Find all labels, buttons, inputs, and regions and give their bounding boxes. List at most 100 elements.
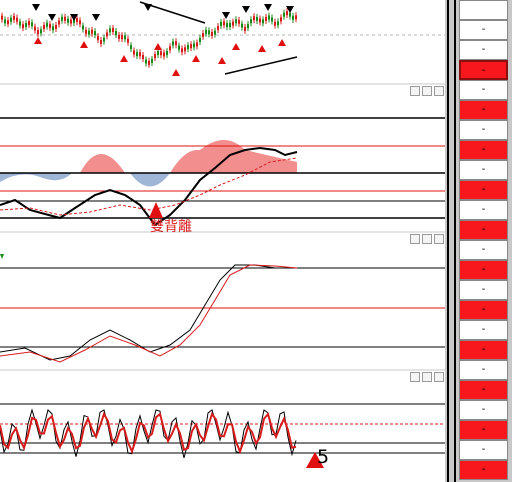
candle — [103, 37, 105, 42]
candle — [271, 17, 273, 22]
sidebar-cell[interactable]: - — [459, 220, 508, 240]
candle — [217, 26, 219, 31]
panel-1-maximize-button[interactable] — [422, 86, 432, 96]
sidebar-cell[interactable]: - — [459, 60, 508, 80]
indicator-panel-1 — [0, 117, 445, 227]
candle — [205, 29, 207, 34]
candle — [10, 17, 12, 22]
candle — [172, 41, 174, 46]
sidebar-cell[interactable]: - — [459, 420, 508, 440]
divergence-label: 雙背離 — [150, 219, 192, 235]
indicator-2-main-line — [0, 264, 297, 361]
candle — [148, 60, 150, 65]
sidebar-cell[interactable]: - — [459, 400, 508, 420]
sell-arrow-icon — [222, 12, 230, 19]
candle — [115, 30, 117, 35]
candle — [214, 30, 216, 35]
indicator-panel-2 — [0, 254, 445, 363]
candle — [247, 24, 249, 29]
candle — [193, 43, 195, 48]
sidebar-cell[interactable]: - — [459, 360, 508, 380]
panel-2-maximize-button[interactable] — [422, 234, 432, 244]
buy-arrow-icon — [192, 55, 200, 62]
candle — [94, 31, 96, 36]
indicator-3-signal-line — [0, 411, 297, 455]
sidebar-cell[interactable]: - — [459, 40, 508, 60]
candle — [55, 24, 57, 29]
panel-2-minimize-button[interactable] — [410, 234, 420, 244]
candle — [259, 18, 261, 23]
candle — [7, 20, 9, 25]
sidebar-cell[interactable]: - — [459, 100, 508, 120]
candle — [157, 50, 159, 55]
candle — [166, 51, 168, 56]
sidebar-cell[interactable]: - — [459, 20, 508, 40]
panel-1-close-button[interactable] — [434, 86, 444, 96]
candle — [181, 48, 183, 53]
candle — [277, 21, 279, 26]
panel-3-minimize-button[interactable] — [410, 372, 420, 382]
sidebar-cell[interactable]: - — [459, 180, 508, 200]
candle — [265, 17, 267, 22]
candle — [91, 29, 93, 34]
candle — [178, 45, 180, 50]
sidebar-cell[interactable]: - — [459, 160, 508, 180]
panel-1-minimize-button[interactable] — [410, 86, 420, 96]
positive-histogram-area — [80, 140, 297, 173]
candle — [124, 35, 126, 40]
candle — [85, 29, 87, 34]
signal-markers — [32, 4, 294, 76]
sell-arrow-icon — [144, 4, 152, 11]
candle — [1, 15, 3, 20]
sidebar-cell[interactable]: - — [459, 380, 508, 400]
sidebar-cell[interactable]: - — [459, 260, 508, 280]
sidebar-cell[interactable]: - — [459, 320, 508, 340]
panel-2-close-button[interactable] — [434, 234, 444, 244]
candle — [262, 19, 264, 24]
candle — [274, 21, 276, 26]
sidebar-cell[interactable]: - — [459, 460, 508, 480]
panel-3-maximize-button[interactable] — [422, 372, 432, 382]
candle — [76, 18, 78, 23]
sidebar-cell[interactable]: - — [459, 80, 508, 100]
buy-arrow-icon — [232, 43, 240, 50]
buy-arrow-icon — [258, 45, 266, 52]
buy-arrow-icon — [154, 43, 162, 50]
candle — [34, 26, 36, 31]
candle — [289, 12, 291, 17]
price-panel — [0, 1, 445, 76]
candle — [70, 19, 72, 24]
candle — [28, 21, 30, 26]
candle — [49, 24, 51, 29]
sidebar-cell[interactable]: - — [459, 120, 508, 140]
candle — [238, 19, 240, 24]
sidebar-cell[interactable]: - — [459, 200, 508, 220]
candle — [184, 47, 186, 52]
sidebar-cell[interactable] — [459, 0, 508, 20]
sidebar-rail-right — [454, 0, 456, 482]
candle — [43, 24, 45, 29]
sidebar-cell[interactable]: - — [459, 280, 508, 300]
candle — [4, 19, 6, 24]
panel-3-close-button[interactable] — [434, 372, 444, 382]
candle — [19, 21, 21, 26]
candle — [112, 27, 114, 32]
sell-arrow-icon — [242, 6, 250, 13]
candle — [40, 29, 42, 34]
candle — [37, 30, 39, 35]
candle — [127, 38, 129, 43]
sidebar-cell[interactable]: - — [459, 440, 508, 460]
sidebar-cell[interactable]: - — [459, 300, 508, 320]
sell-arrow-icon — [264, 4, 272, 11]
candle — [79, 20, 81, 25]
buy-arrow-icon — [80, 41, 88, 48]
candle — [169, 46, 171, 51]
sidebar-cell[interactable]: - — [459, 240, 508, 260]
sidebar-cell[interactable]: - — [459, 340, 508, 360]
buy-arrow-icon — [120, 55, 128, 62]
candle — [250, 19, 252, 24]
candle — [232, 21, 234, 26]
sidebar-cell[interactable]: - — [459, 140, 508, 160]
sell-arrow-icon — [32, 4, 40, 11]
candle — [22, 24, 24, 29]
